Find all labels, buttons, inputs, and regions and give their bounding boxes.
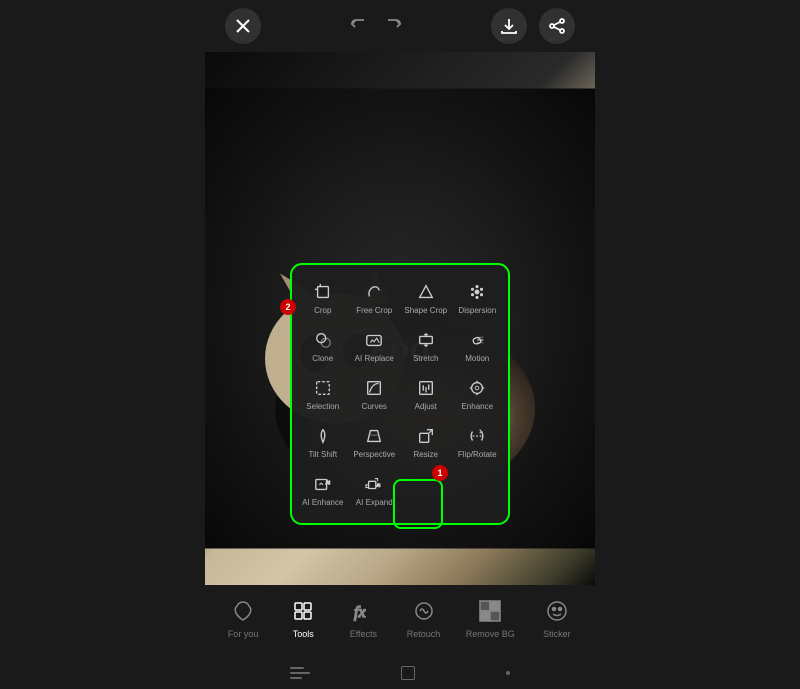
- image-area: Foo Crop Free Crop: [205, 52, 595, 585]
- tool-ai-enhance[interactable]: AI AI Enhance: [298, 467, 348, 513]
- bottom-item-for-you[interactable]: For you: [217, 593, 269, 643]
- flip-rotate-label: Flip/Rotate: [458, 450, 497, 459]
- resize-label: Resize: [414, 450, 438, 459]
- home-nav[interactable]: [401, 666, 415, 680]
- bottom-toolbar: For you Tools fx Effects Retouch: [205, 585, 595, 657]
- curves-label: Curves: [362, 402, 387, 411]
- ai-replace-label: AI Replace: [355, 354, 394, 363]
- sticker-icon: [543, 597, 571, 625]
- motion-label: Motion: [465, 354, 489, 363]
- flip-rotate-icon: [466, 425, 488, 447]
- shape-crop-label: Shape Crop: [404, 306, 447, 315]
- ai-expand-label: AI Expand: [356, 498, 393, 507]
- tool-dispersion[interactable]: Dispersion: [453, 275, 503, 321]
- ai-expand-icon: AI: [363, 473, 385, 495]
- clone-label: Clone: [312, 354, 333, 363]
- dispersion-label: Dispersion: [458, 306, 496, 315]
- effects-icon: fx: [349, 597, 377, 625]
- remove-bg-label: Remove BG: [466, 629, 515, 639]
- tools-panel: Crop Free Crop Shape Crop: [290, 263, 510, 525]
- enhance-label: Enhance: [461, 402, 493, 411]
- shape-crop-icon: [415, 281, 437, 303]
- hamburger-nav[interactable]: [290, 667, 310, 679]
- for-you-icon: [229, 597, 257, 625]
- badge-2: 2: [280, 299, 296, 315]
- resize-icon: [415, 425, 437, 447]
- stretch-label: Stretch: [413, 354, 438, 363]
- phone-container: Foo Crop Free Crop: [205, 0, 595, 689]
- sticker-label: Sticker: [543, 629, 571, 639]
- for-you-label: For you: [228, 629, 259, 639]
- motion-icon: [466, 329, 488, 351]
- svg-text:fx: fx: [354, 604, 366, 621]
- tool-flip-rotate[interactable]: Flip/Rotate: [453, 419, 503, 465]
- nav-bar: [205, 657, 595, 689]
- curves-icon: [363, 377, 385, 399]
- bottom-item-remove-bg[interactable]: Remove BG: [458, 593, 523, 643]
- tilt-shift-icon: [312, 425, 334, 447]
- bottom-item-sticker[interactable]: Sticker: [531, 593, 583, 643]
- adjust-icon: [415, 377, 437, 399]
- stretch-icon: [415, 329, 437, 351]
- tool-free-crop[interactable]: Free Crop: [350, 275, 400, 321]
- bottom-item-effects[interactable]: fx Effects: [337, 593, 389, 643]
- retouch-label: Retouch: [407, 629, 441, 639]
- tool-selection[interactable]: Selection: [298, 371, 348, 417]
- ai-enhance-icon: AI: [312, 473, 334, 495]
- perspective-label: Perspective: [353, 450, 395, 459]
- crop-label: Crop: [314, 306, 331, 315]
- tools-icon: [289, 597, 317, 625]
- top-bar: [205, 0, 595, 52]
- close-button[interactable]: [225, 8, 261, 44]
- bottom-item-retouch[interactable]: Retouch: [398, 593, 450, 643]
- effects-label: Effects: [350, 629, 377, 639]
- clone-icon: [312, 329, 334, 351]
- tools-label: Tools: [293, 629, 314, 639]
- ai-replace-icon: [363, 329, 385, 351]
- free-crop-label: Free Crop: [356, 306, 392, 315]
- crop-icon: [312, 281, 334, 303]
- tool-resize[interactable]: Resize: [401, 419, 451, 465]
- tool-enhance[interactable]: Enhance: [453, 371, 503, 417]
- tool-motion[interactable]: Motion: [453, 323, 503, 369]
- tools-grid: Crop Free Crop Shape Crop: [298, 275, 502, 513]
- bottom-items: For you Tools fx Effects Retouch: [205, 593, 595, 643]
- free-crop-icon: [363, 281, 385, 303]
- back-nav[interactable]: [506, 671, 510, 675]
- selection-label: Selection: [306, 402, 339, 411]
- tool-ai-expand[interactable]: AI AI Expand: [350, 467, 400, 513]
- remove-bg-icon: [476, 597, 504, 625]
- top-bar-right: [491, 8, 575, 44]
- tool-shape-crop[interactable]: Shape Crop: [401, 275, 451, 321]
- top-bar-left: [225, 8, 261, 44]
- enhance-icon: [466, 377, 488, 399]
- tool-stretch[interactable]: Stretch: [401, 323, 451, 369]
- bottom-item-tools[interactable]: Tools: [277, 593, 329, 643]
- adjust-label: Adjust: [415, 402, 437, 411]
- retouch-icon: [410, 597, 438, 625]
- download-button[interactable]: [491, 8, 527, 44]
- perspective-icon: [363, 425, 385, 447]
- tool-curves[interactable]: Curves: [350, 371, 400, 417]
- svg-text:AI: AI: [325, 480, 329, 485]
- tool-clone[interactable]: Clone: [298, 323, 348, 369]
- redo-button[interactable]: [378, 10, 410, 42]
- undo-button[interactable]: [342, 10, 374, 42]
- dispersion-icon: [466, 281, 488, 303]
- tool-adjust[interactable]: Adjust: [401, 371, 451, 417]
- ai-enhance-label: AI Enhance: [302, 498, 343, 507]
- badge-1: 1: [432, 465, 448, 481]
- selection-icon: [312, 377, 334, 399]
- undo-redo-group: [342, 10, 410, 42]
- svg-text:AI: AI: [377, 484, 380, 488]
- tool-ai-replace[interactable]: AI Replace: [350, 323, 400, 369]
- share-button[interactable]: [539, 8, 575, 44]
- tilt-shift-label: Tilt Shift: [308, 450, 337, 459]
- tool-crop[interactable]: Crop: [298, 275, 348, 321]
- tool-tilt-shift[interactable]: Tilt Shift: [298, 419, 348, 465]
- tool-perspective[interactable]: Perspective: [350, 419, 400, 465]
